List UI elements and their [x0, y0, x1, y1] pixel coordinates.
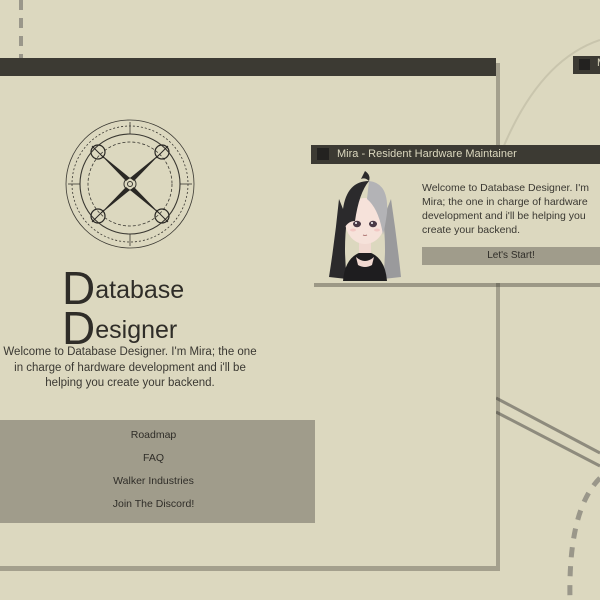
brand-word-1: atabase — [95, 276, 185, 304]
brand-word-2: esigner — [95, 316, 178, 344]
menu-item-discord[interactable]: Join The Discord! — [0, 493, 315, 516]
mira-avatar — [325, 169, 405, 281]
menu-item-faq[interactable]: FAQ — [0, 447, 315, 470]
main-window: Database Designer Welcome to Database De… — [0, 58, 496, 566]
window-icon — [579, 59, 590, 70]
window-icon — [317, 148, 329, 160]
dialog-titlebar[interactable]: Mira - Resident Hardware Maintainer — [311, 145, 600, 164]
main-window-titlebar[interactable] — [0, 58, 496, 76]
compass-sigil-icon — [64, 118, 196, 250]
menu-item-walker-industries[interactable]: Walker Industries — [0, 470, 315, 493]
mira-dialog: Mira - Resident Hardware Maintainer Welc… — [311, 145, 600, 283]
menu-item-roadmap[interactable]: Roadmap — [0, 424, 315, 447]
app-brand: Database Designer — [62, 265, 185, 354]
main-menu: Roadmap FAQ Walker Industries Join The D… — [0, 420, 315, 523]
brand-cap-2: D — [62, 302, 96, 354]
dialog-title: Mira - Resident Hardware Maintainer — [337, 148, 517, 160]
dialog-message: Welcome to Database Designer. I'm Mira; … — [422, 182, 589, 236]
background-window: M — [573, 56, 600, 74]
welcome-text: Welcome to Database Designer. I'm Mira; … — [3, 346, 257, 389]
lets-start-button[interactable]: Let's Start! — [422, 247, 600, 265]
